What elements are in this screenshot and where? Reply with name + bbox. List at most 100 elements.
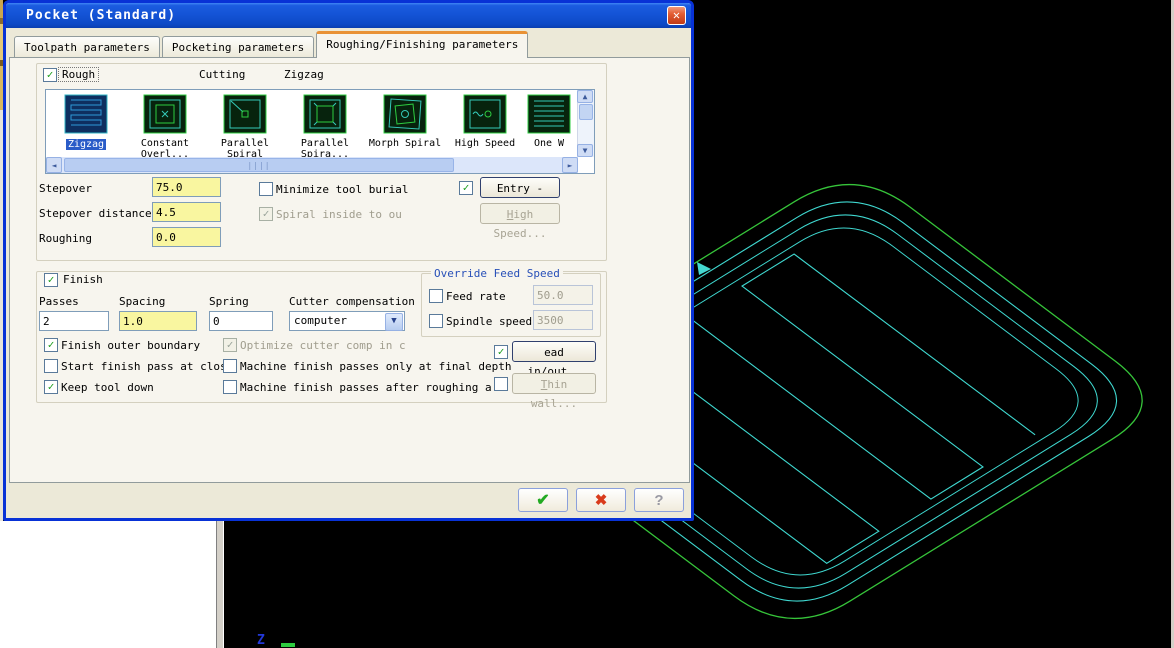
- close-button[interactable]: ✕: [667, 6, 686, 25]
- finish-checkbox[interactable]: [44, 273, 58, 287]
- ok-button[interactable]: ✔: [518, 488, 568, 512]
- high-speed-button: High Speed...: [480, 203, 560, 240]
- start-finish-pass-label: Start finish pass at close: [61, 360, 234, 373]
- machine-only-final-depth-checkbox[interactable]: [223, 359, 237, 373]
- close-icon: ✕: [672, 8, 681, 22]
- machine-after-roughing-label: Machine finish passes after roughing all…: [240, 381, 492, 394]
- cutter-compensation-value: computer: [294, 314, 347, 327]
- panel-under-dialog: [0, 521, 216, 648]
- one-way-method-icon: [527, 94, 571, 137]
- chevron-down-icon[interactable]: ▼: [385, 313, 403, 331]
- parallel-spiral-method-icon: [223, 94, 267, 137]
- minimize-tool-burial-checkbox[interactable]: [259, 182, 273, 196]
- feed-rate-checkbox[interactable]: [429, 289, 443, 303]
- cutter-compensation-select[interactable]: computer ▼: [289, 311, 405, 331]
- optimize-cutter-comp-checkbox: [223, 338, 237, 352]
- entry-point-marker: [697, 262, 711, 275]
- listbox-horizontal-scrollbar[interactable]: ◄ |||| ►: [46, 157, 578, 173]
- check-icon: ✔: [536, 492, 550, 509]
- tab-roughing-finishing-parameters[interactable]: Roughing/Finishing parameters: [316, 31, 529, 58]
- method-label: One W: [533, 138, 565, 149]
- window-divider[interactable]: [216, 521, 224, 648]
- scroll-down-icon[interactable]: ▼: [577, 144, 593, 157]
- lead-in-out-button[interactable]: ead in/out..: [512, 341, 596, 378]
- scroll-right-icon[interactable]: ►: [562, 157, 578, 173]
- scroll-up-icon[interactable]: ▲: [577, 90, 593, 103]
- cross-icon: ✖: [594, 492, 608, 509]
- scroll-left-icon[interactable]: ◄: [46, 157, 62, 173]
- spindle-speed-checkbox[interactable]: [429, 314, 443, 328]
- dialog-titlebar[interactable]: Pocket (Standard): [6, 3, 691, 28]
- spring-label: Spring: [209, 295, 249, 308]
- stepover-label: Stepover: [39, 182, 92, 195]
- method-item-high-speed[interactable]: High Speed: [445, 92, 525, 156]
- tab-pocketing-parameters[interactable]: Pocketing parameters: [161, 36, 315, 58]
- entry-ramp-checkbox[interactable]: [459, 181, 473, 195]
- tab-toolpath-parameters[interactable]: Toolpath parameters: [14, 36, 160, 58]
- optimize-cutter-comp-label: Optimize cutter comp in c: [240, 339, 406, 352]
- method-item-parallel-spiral[interactable]: Parallel Spiral: [205, 92, 285, 160]
- thin-wall-button: Thin wall...: [512, 373, 596, 410]
- stepover-distance-input[interactable]: [152, 202, 221, 222]
- feed-rate-input: [533, 285, 593, 305]
- rough-checkbox[interactable]: [43, 68, 57, 82]
- cutting-label: Cutting: [196, 68, 249, 81]
- help-button[interactable]: ?: [634, 488, 684, 512]
- finish-outer-boundary-label: Finish outer boundary: [61, 339, 201, 352]
- roughing-label: Roughing: [39, 232, 92, 245]
- start-finish-pass-checkbox[interactable]: [44, 359, 58, 373]
- method-item-morph-spiral[interactable]: Morph Spiral: [365, 92, 445, 156]
- method-label: Morph Spiral: [368, 138, 442, 149]
- minimize-tool-burial-label: Minimize tool burial: [276, 183, 409, 196]
- method-item-one-way[interactable]: One W: [519, 92, 579, 156]
- override-feed-speed-title: Override Feed Speed: [431, 267, 563, 280]
- dialog-title: Pocket (Standard): [26, 8, 177, 23]
- entry-ramp-button[interactable]: Entry - ramp: [480, 177, 560, 214]
- stepover-input[interactable]: [152, 177, 221, 197]
- machine-after-roughing-checkbox[interactable]: [223, 380, 237, 394]
- stepover-distance-label: Stepover distance: [39, 207, 152, 220]
- spacing-label: Spacing: [119, 295, 166, 308]
- method-item-zigzag[interactable]: Zigzag: [46, 92, 126, 156]
- selected-method-label: Zigzag: [281, 68, 327, 81]
- finish-label: Finish: [60, 273, 106, 286]
- horizontal-scroll-thumb[interactable]: ||||: [64, 158, 454, 172]
- axis-origin-mark: [281, 643, 295, 647]
- tab-page: Rough Cutting Zigzag Zigzag Constant Ove…: [9, 57, 690, 483]
- method-label: Zigzag: [65, 139, 107, 150]
- roughing-input[interactable]: [152, 227, 221, 247]
- spindle-speed-label: Spindle speed: [446, 315, 533, 328]
- thin-wall-checkbox[interactable]: [494, 377, 508, 391]
- spring-input[interactable]: [209, 311, 273, 331]
- feed-rate-label: Feed rate: [446, 290, 506, 303]
- finish-outer-boundary-checkbox[interactable]: [44, 338, 58, 352]
- spacing-input[interactable]: [119, 311, 197, 331]
- listbox-vertical-scrollbar[interactable]: ▲ ▼: [577, 90, 594, 157]
- vertical-scroll-thumb[interactable]: [579, 104, 593, 120]
- spindle-speed-input: [533, 310, 593, 330]
- keep-tool-down-checkbox[interactable]: [44, 380, 58, 394]
- high-speed-method-icon: [463, 94, 507, 137]
- passes-input[interactable]: [39, 311, 109, 331]
- machine-only-final-depth-label: Machine finish passes only at final dept…: [240, 360, 512, 373]
- parallel-spiral-clean-method-icon: [303, 94, 347, 137]
- method-label: High Speed: [454, 138, 516, 149]
- passes-label: Passes: [39, 295, 79, 308]
- spiral-inside-label: Spiral inside to ou: [276, 208, 402, 221]
- cancel-button[interactable]: ✖: [576, 488, 626, 512]
- question-mark-icon: ?: [654, 492, 664, 509]
- zigzag-method-icon: [64, 94, 108, 137]
- spiral-inside-checkbox: [259, 207, 273, 221]
- lead-in-out-checkbox[interactable]: [494, 345, 508, 359]
- cutter-compensation-label: Cutter compensation: [289, 295, 415, 308]
- tab-strip: Toolpath parameters Pocketing parameters…: [14, 31, 530, 58]
- pocket-dialog: Pocket (Standard) ✕ Toolpath parameters …: [3, 0, 694, 521]
- rough-label: Rough: [57, 67, 100, 82]
- z-axis-label: Z: [257, 633, 265, 648]
- method-item-constant-overlap[interactable]: Constant Overl...: [125, 92, 205, 160]
- morph-spiral-method-icon: [383, 94, 427, 137]
- method-item-parallel-spiral-clean[interactable]: Parallel Spira...: [285, 92, 365, 160]
- screen: Z Pocket (Standard) ✕ Toolpath parameter…: [0, 0, 1174, 648]
- axis-gnomon: Z: [257, 633, 295, 648]
- cutting-method-listbox[interactable]: Zigzag Constant Overl... Parallel Spiral…: [45, 89, 595, 174]
